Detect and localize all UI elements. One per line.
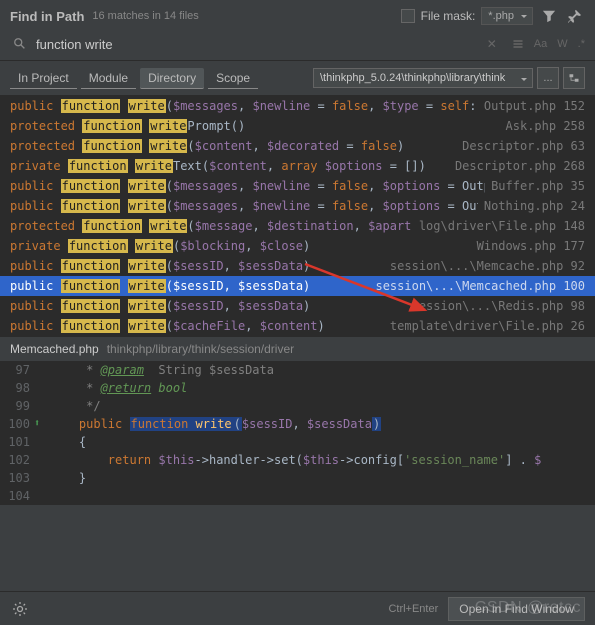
tab-module[interactable]: Module bbox=[81, 68, 136, 89]
code-line: 97 * @param String $sessData bbox=[0, 361, 595, 379]
code-line: 99 */ bbox=[0, 397, 595, 415]
clear-icon[interactable]: ✕ bbox=[482, 34, 502, 54]
regex-toggle[interactable]: .* bbox=[578, 38, 585, 50]
pin-icon[interactable] bbox=[565, 6, 585, 26]
result-row[interactable]: protected function writePrompt()Ask.php … bbox=[0, 116, 595, 136]
result-row[interactable]: private function write($blocking, $close… bbox=[0, 236, 595, 256]
match-count: 16 matches in 14 files bbox=[92, 10, 198, 22]
code-line: 100⬆ public function write($sessID, $ses… bbox=[0, 415, 595, 433]
history-icon[interactable] bbox=[508, 34, 528, 54]
filemask-label: File mask: bbox=[421, 9, 476, 23]
match-case-toggle[interactable]: Aa bbox=[534, 38, 547, 50]
words-toggle[interactable]: W bbox=[557, 38, 567, 50]
result-row[interactable]: public function write($messages, $newlin… bbox=[0, 176, 595, 196]
search-icon bbox=[10, 34, 30, 54]
result-row[interactable]: public function write($sessID, $sessData… bbox=[0, 256, 595, 276]
result-row[interactable]: public function write($sessID, $sessData… bbox=[0, 296, 595, 316]
filter-icon[interactable] bbox=[539, 6, 559, 26]
result-row[interactable]: private function writeText($content, arr… bbox=[0, 156, 595, 176]
tab-directory[interactable]: Directory bbox=[140, 68, 204, 89]
results-list: public function write($messages, $newlin… bbox=[0, 96, 595, 336]
result-row[interactable]: public function write($sessID, $sessData… bbox=[0, 276, 595, 296]
filemask-checkbox[interactable] bbox=[401, 9, 415, 23]
result-row[interactable]: public function write($cacheFile, $conte… bbox=[0, 316, 595, 336]
open-in-find-window-button[interactable]: Open in Find Window bbox=[448, 597, 585, 621]
code-line: 98 * @return bool bbox=[0, 379, 595, 397]
preview-filepath: thinkphp/library/think/session/driver bbox=[107, 342, 294, 356]
tab-scope[interactable]: Scope bbox=[208, 68, 258, 89]
code-line: 102 return $this->handler->set($this->co… bbox=[0, 451, 595, 469]
code-preview[interactable]: 97 * @param String $sessData98 * @return… bbox=[0, 361, 595, 505]
search-options: Aa W .* bbox=[534, 38, 585, 50]
tab-in-project[interactable]: In Project bbox=[10, 68, 77, 89]
result-row[interactable]: public function write($messages, $newlin… bbox=[0, 96, 595, 116]
result-row[interactable]: protected function write($content, $deco… bbox=[0, 136, 595, 156]
preview-filename: Memcached.php bbox=[10, 342, 99, 356]
code-line: 104 bbox=[0, 487, 595, 505]
search-input[interactable] bbox=[36, 35, 476, 54]
recursive-toggle[interactable] bbox=[563, 67, 585, 89]
dialog-title: Find in Path bbox=[10, 9, 84, 24]
code-line: 101 { bbox=[0, 433, 595, 451]
result-row[interactable]: public function write($messages, $newlin… bbox=[0, 196, 595, 216]
code-line: 103 } bbox=[0, 469, 595, 487]
browse-button[interactable]: ... bbox=[537, 67, 559, 89]
directory-path[interactable]: \thinkphp_5.0.24\thinkphp\library\think bbox=[313, 68, 533, 88]
filemask-field[interactable]: *.php bbox=[481, 7, 533, 25]
settings-icon[interactable] bbox=[10, 599, 30, 619]
result-row[interactable]: protected function write($message, $dest… bbox=[0, 216, 595, 236]
shortcut-hint: Ctrl+Enter bbox=[388, 603, 438, 615]
